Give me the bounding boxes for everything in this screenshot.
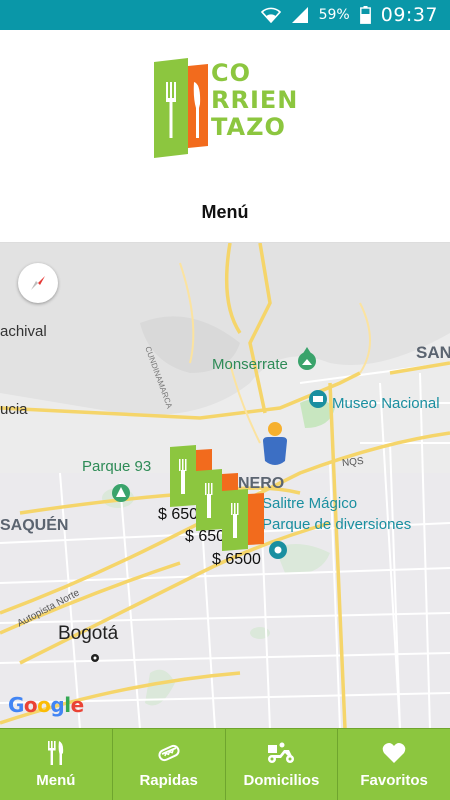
map-label-parque93: Parque 93	[82, 458, 152, 475]
nav-domicilios[interactable]: Domicilios	[226, 729, 339, 800]
nav-menu[interactable]: Menú	[0, 729, 113, 800]
signal-icon	[291, 6, 309, 24]
nav-menu-label: Menú	[36, 772, 76, 789]
nav-favoritos[interactable]: Favoritos	[338, 729, 450, 800]
logo-wordmark: CO RRIEN TAZO	[211, 60, 298, 141]
heart-icon	[382, 740, 406, 766]
map-view[interactable]: achival ucia Parque 93 SAQUÉN Monserrate…	[0, 242, 450, 728]
map-label-salitre-sub: Parque de diversiones	[262, 516, 412, 533]
map-label-bogota: Bogotá	[58, 623, 119, 644]
clock: 09:37	[380, 4, 438, 26]
compass-icon	[31, 276, 45, 290]
map-label-saquen: SAQUÉN	[0, 517, 69, 534]
map-label-san: SAN	[416, 343, 450, 362]
battery-percentage: 59%	[318, 7, 350, 23]
logo-line-3: TAZO	[211, 113, 286, 141]
map-label-ucia: ucia	[0, 401, 28, 418]
map-label-nqs: NQS	[341, 455, 365, 470]
page-title: Menú	[201, 202, 249, 222]
hotdog-icon	[156, 740, 182, 766]
fork-knife-icon	[47, 740, 65, 766]
header: CO RRIEN TAZO Menú	[0, 30, 450, 242]
logo-line-1: CO	[211, 59, 252, 87]
bottom-navigation: Menú Rapidas Domicilios Favoritos	[0, 728, 450, 800]
map-label-monserrate: Monserrate	[212, 356, 288, 373]
map-label-salitre: Salitre Mágico	[262, 495, 358, 512]
map-label-museo: Museo Nacional	[332, 395, 440, 412]
nav-domicilios-label: Domicilios	[243, 772, 320, 789]
price-label: $ 6500	[212, 551, 261, 568]
nav-rapidas[interactable]: Rapidas	[113, 729, 226, 800]
google-logo: Google	[8, 693, 84, 717]
nav-rapidas-label: Rapidas	[139, 772, 198, 789]
status-bar: 59% 09:37	[0, 0, 450, 30]
compass-button[interactable]	[18, 263, 58, 303]
user-location-icon[interactable]	[258, 421, 292, 467]
logo-line-2: RRIEN	[211, 86, 299, 114]
wifi-icon	[260, 7, 281, 23]
nav-favoritos-label: Favoritos	[360, 772, 428, 789]
restaurant-marker[interactable]	[222, 489, 272, 551]
battery-icon	[359, 6, 371, 24]
map-label-achival: achival	[0, 323, 47, 340]
delivery-scooter-icon	[266, 740, 296, 766]
